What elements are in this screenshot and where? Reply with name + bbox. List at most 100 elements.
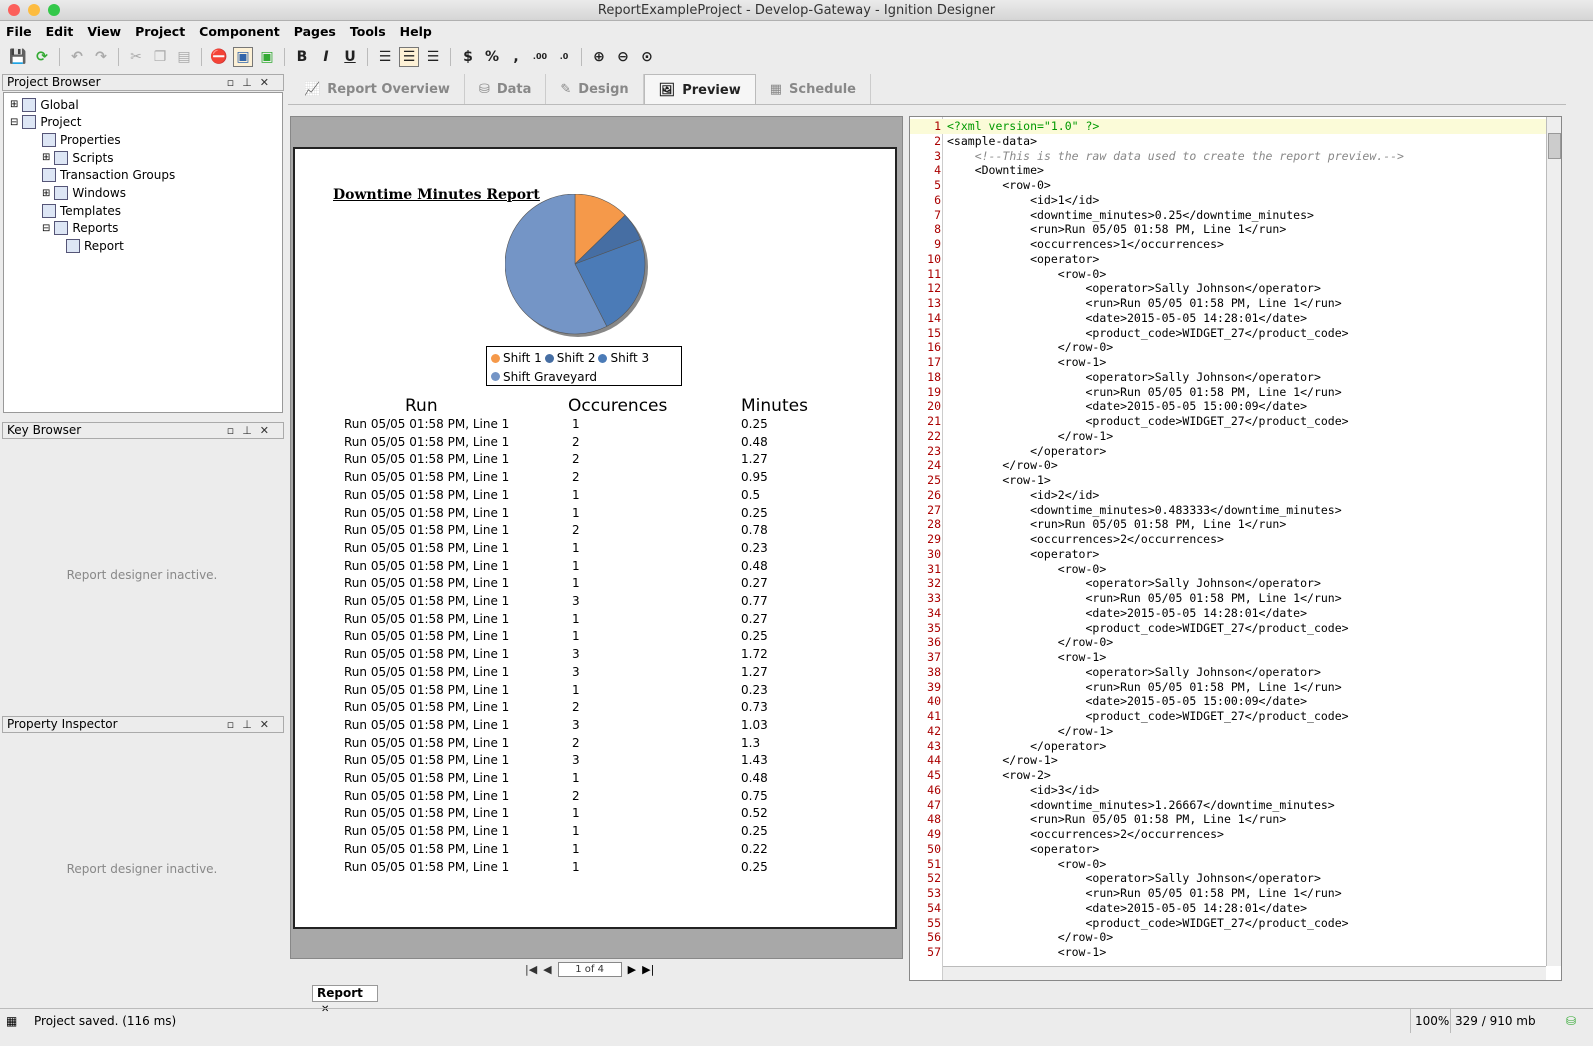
tree-item-project[interactable]: ⊟ Project — [10, 114, 81, 131]
comm-read-only-icon[interactable]: ▣ — [233, 46, 253, 67]
menu-pages[interactable]: Pages — [294, 22, 336, 42]
toolbar: 💾 ⟳ ↶ ↷ ✂ ❐ ▤ ⛔ ▣ ▣ B I U ☰ ☰ ☰ $ % , .0… — [0, 44, 1593, 69]
menu-help[interactable]: Help — [400, 22, 432, 42]
cell-run: Run 05/05 01:58 PM, Line 1 — [344, 664, 510, 679]
redo-icon[interactable]: ↷ — [91, 47, 111, 67]
horizontal-scrollbar[interactable] — [943, 966, 1546, 980]
line-number: 24 — [927, 458, 941, 473]
line-number: 57 — [927, 945, 941, 959]
grid-icon: ▦ — [6, 1014, 18, 1028]
table-row: Run 05/05 01:58 PM, Line 1 3 1.03 — [295, 718, 895, 736]
menu-file[interactable]: File — [6, 22, 32, 42]
close-window-button[interactable] — [8, 4, 20, 16]
xml-code: <!--This is the raw data used to create … — [974, 148, 1404, 163]
menu-edit[interactable]: Edit — [46, 22, 74, 42]
cut-icon[interactable]: ✂ — [126, 47, 146, 67]
cell-minutes: 0.75 — [741, 788, 768, 803]
tree-item-report[interactable]: Report — [66, 238, 124, 255]
tree-item-global[interactable]: ⊞ Global — [10, 96, 79, 113]
last-page-icon[interactable]: ▶| — [642, 963, 654, 976]
line-number: 53 — [927, 886, 941, 900]
table-row: Run 05/05 01:58 PM, Line 1 1 0.23 — [295, 541, 895, 559]
cell-occurrences: 1 — [572, 806, 580, 821]
line-number: 16 — [927, 340, 941, 355]
increase-decimal-icon[interactable]: .00 — [530, 47, 550, 67]
table-row: Run 05/05 01:58 PM, Line 1 1 0.52 — [295, 806, 895, 824]
comm-off-icon[interactable]: ⛔ — [209, 47, 229, 67]
table-row: Run 05/05 01:58 PM, Line 1 1 0.25 — [295, 506, 895, 524]
zoom-fit-icon[interactable]: ⊙ — [637, 47, 657, 67]
expand-toggle-icon[interactable]: ⊟ — [42, 223, 50, 234]
percent-format-icon[interactable]: % — [482, 47, 502, 67]
menu-component[interactable]: Component — [199, 22, 280, 42]
update-project-icon[interactable]: ⟳ — [32, 47, 52, 67]
copy-icon[interactable]: ❐ — [150, 47, 170, 67]
paste-icon[interactable]: ▤ — [174, 47, 194, 67]
report-document-tab[interactable]: Report ✕ — [312, 985, 378, 1015]
tree-item-scripts[interactable]: ⊞ Scripts — [42, 149, 113, 166]
align-center-icon[interactable]: ☰ — [399, 46, 419, 67]
zoom-out-icon[interactable]: ⊖ — [613, 47, 633, 67]
decrease-decimal-icon[interactable]: .0 — [554, 47, 574, 67]
vertical-scrollbar[interactable] — [1546, 117, 1561, 966]
minimize-window-button[interactable] — [28, 4, 40, 16]
prev-page-icon[interactable]: ◀ — [543, 963, 551, 976]
currency-format-icon[interactable]: $ — [458, 47, 478, 67]
tab-report-overview[interactable]: 📈 Report Overview — [290, 74, 465, 105]
menu-view[interactable]: View — [87, 22, 121, 42]
expand-toggle-icon[interactable]: ⊞ — [42, 152, 50, 163]
align-left-icon[interactable]: ☰ — [375, 47, 395, 67]
panel-controls[interactable]: ▫⊥✕ — [227, 717, 277, 732]
project-tree: ⊞ Global ⊟ Project Properties ⊞ Scripts Transac… — [3, 92, 283, 413]
align-right-icon[interactable]: ☰ — [423, 47, 443, 67]
menu-project[interactable]: Project — [135, 22, 185, 42]
expand-toggle-icon[interactable]: ⊞ — [10, 99, 18, 110]
cell-minutes: 0.48 — [741, 771, 768, 785]
xml-line: 56 </row-0> — [910, 930, 1546, 945]
legend-item: Shift 1 — [491, 349, 542, 367]
xml-code: <date>2015-05-05 15:00:09</date> — [947, 399, 1308, 414]
comma-format-icon[interactable]: , — [506, 47, 526, 67]
maximize-window-button[interactable] — [48, 4, 60, 16]
zoom-in-icon[interactable]: ⊕ — [589, 47, 609, 67]
next-page-icon[interactable]: ▶ — [628, 963, 636, 976]
panel-controls[interactable]: ▫⊥✕ — [227, 75, 277, 90]
line-number: 50 — [927, 841, 941, 856]
line-number: 38 — [927, 664, 941, 679]
save-icon[interactable]: 💾 — [8, 47, 28, 67]
line-number: 42 — [927, 723, 941, 738]
tree-item-reports[interactable]: ⊟ Reports — [42, 220, 118, 237]
xml-code: <operator>Sally Johnson</operator> — [947, 576, 1321, 591]
xml-line: 47 <downtime_minutes>1.26667</downtime_m… — [910, 798, 1546, 813]
line-number: 22 — [927, 428, 941, 443]
tree-item-templates[interactable]: Templates — [42, 202, 121, 219]
xml-sample-data-editor[interactable]: 1 <?xml version="1.0" ?> 2 <sample-data> 3 <… — [909, 116, 1562, 981]
italic-icon[interactable]: I — [316, 47, 336, 67]
xml-code: <Downtime> — [947, 163, 1044, 178]
underline-icon[interactable]: U — [340, 47, 360, 67]
tree-item-windows[interactable]: ⊞ Windows — [42, 185, 126, 202]
tab-design[interactable]: ✎ Design — [546, 74, 644, 105]
expand-toggle-icon[interactable]: ⊞ — [42, 188, 50, 199]
xml-code: </row-0> — [947, 635, 1114, 650]
tab-preview[interactable]: 🖼 Preview — [643, 74, 756, 105]
comm-read-write-icon[interactable]: ▣ — [257, 47, 277, 67]
tree-item-properties[interactable]: Properties — [42, 131, 121, 148]
panel-controls[interactable]: ▫⊥✕ — [227, 423, 277, 438]
xml-line: 39 <run>Run 05/05 01:58 PM, Line 1</run> — [910, 680, 1546, 695]
page-input[interactable]: 1 of 4 — [557, 962, 622, 977]
cell-occurrences: 3 — [572, 594, 580, 608]
bold-icon[interactable]: B — [292, 47, 312, 67]
report-page: Downtime Minutes Report Shift 1 Shift 2 Sh… — [293, 147, 897, 929]
expand-toggle-icon[interactable]: ⊟ — [10, 117, 18, 128]
undo-icon[interactable]: ↶ — [67, 47, 87, 67]
first-page-icon[interactable]: |◀ — [525, 963, 537, 976]
tab-schedule[interactable]: ▦ Schedule — [756, 74, 871, 105]
tree-item-transaction-groups[interactable]: Transaction Groups — [42, 167, 175, 184]
line-number: 46 — [927, 782, 941, 797]
xml-line: 55 <product_code>WIDGET_27</product_code… — [910, 916, 1546, 931]
xml-line: 10 <operator> — [910, 252, 1546, 267]
tab-data[interactable]: ⛁ Data — [465, 74, 547, 105]
menu-tools[interactable]: Tools — [350, 22, 386, 42]
xml-line: 17 <row-1> — [910, 355, 1546, 370]
